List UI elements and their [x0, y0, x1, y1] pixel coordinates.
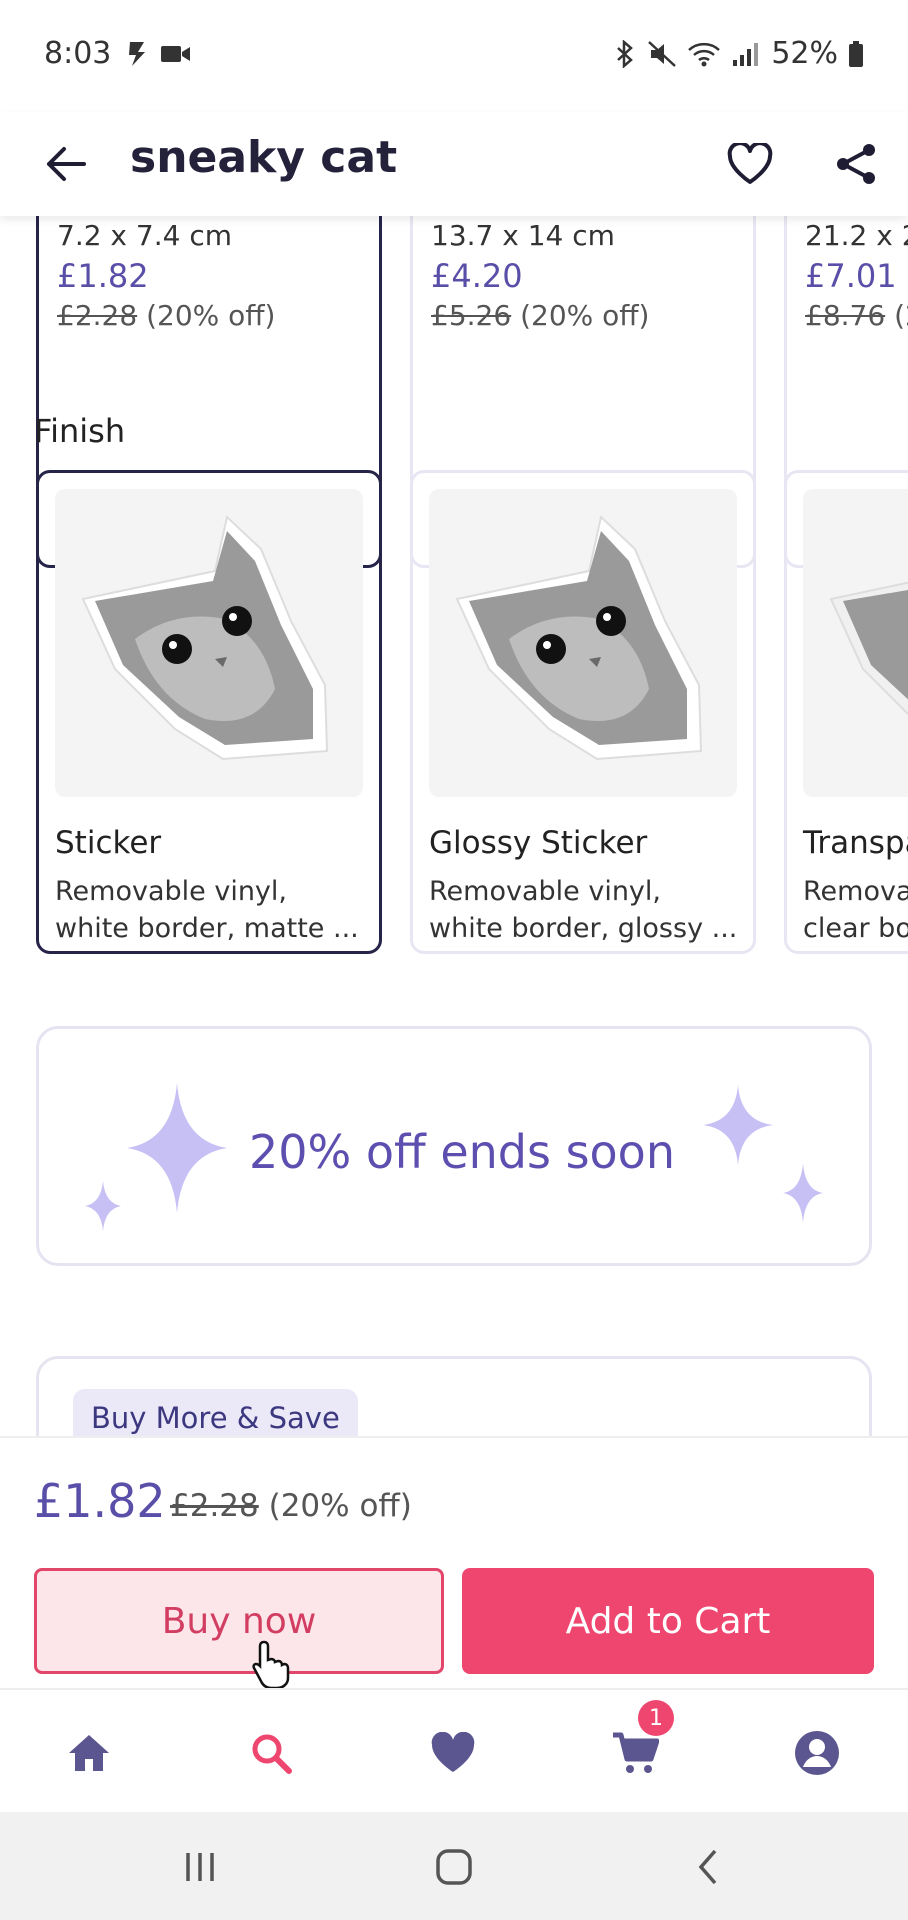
system-navigation-bar [0, 1812, 908, 1920]
account-icon [795, 1731, 839, 1775]
status-bar: 8:03 52% [0, 0, 908, 112]
nav-cart[interactable]: 1 [600, 1700, 674, 1788]
current-price: £1.82 [34, 1474, 166, 1528]
nav-home[interactable] [54, 1718, 124, 1788]
cat-sticker-image [829, 581, 908, 716]
share-icon [837, 144, 875, 184]
size-dimension: 7.2 x 7.4 cm [57, 219, 232, 252]
recent-apps-button[interactable] [170, 1842, 230, 1892]
share-button[interactable] [826, 134, 886, 194]
back-button[interactable] [36, 134, 96, 194]
finish-description-line: Remova [803, 876, 908, 907]
favorite-button[interactable] [720, 134, 780, 194]
promo-banner: 20% off ends soon [36, 1026, 872, 1266]
size-discount: (20% off) [520, 299, 650, 332]
arrow-left-icon [47, 147, 86, 181]
size-dimension: 21.2 x 2 [805, 219, 908, 252]
sparkle-icon [85, 1181, 121, 1231]
size-discount: (20% off) [146, 299, 276, 332]
promo-text: 20% off ends soon [249, 1125, 675, 1179]
size-price: £7.01 [805, 257, 897, 295]
finish-description: Remova clear bo [803, 873, 908, 947]
original-price: £2.28 (20% off) [170, 1488, 412, 1524]
size-old-price: £8.76 (2 [805, 299, 908, 332]
cart-icon [613, 1732, 659, 1773]
cart-count-badge: 1 [638, 1700, 674, 1736]
sparkle-icon [703, 1085, 773, 1165]
home-icon [69, 1735, 109, 1771]
search-icon [252, 1734, 292, 1774]
finish-description-line: white border, glossy ... [429, 913, 738, 944]
heart-icon [431, 1732, 475, 1772]
back-system-button[interactable] [678, 1842, 738, 1892]
size-old-price: £5.26 (20% off) [431, 299, 649, 332]
app-bar: sneaky cat [0, 112, 908, 216]
finish-option-card[interactable]: Glossy Sticker Removable vinyl, white bo… [410, 470, 756, 954]
battery-percent: 52% [771, 36, 838, 71]
finish-description-line: white border, matte ... [55, 913, 359, 944]
recent-apps-icon [186, 1853, 214, 1881]
purchase-panel: £1.82 £2.28 (20% off) Buy now Add to Car… [0, 1436, 908, 1688]
status-right: 52% [613, 36, 864, 71]
finish-name: Glossy Sticker [429, 825, 648, 861]
finish-description-line: Removable vinyl, [429, 876, 661, 907]
chevron-left-icon [698, 1849, 717, 1885]
size-strike-price: £2.28 [57, 299, 138, 332]
page-title: sneaky cat [130, 132, 398, 183]
nav-favorites[interactable] [418, 1718, 488, 1788]
wifi-icon [688, 42, 721, 66]
sparkle-icon [783, 1163, 823, 1223]
buy-more-section: Buy More & Save [36, 1356, 872, 1436]
finish-description-line: Removable vinyl, [55, 876, 287, 907]
add-to-cart-button[interactable]: Add to Cart [462, 1568, 874, 1674]
product-options-scroll[interactable]: 7.2 x 7.4 cm £1.82 £2.28 (20% off) 13.7 … [0, 216, 908, 1436]
size-old-price: £2.28 (20% off) [57, 299, 275, 332]
cat-sticker-image [455, 515, 703, 761]
bottom-navigation: 1 [0, 1688, 908, 1812]
video-camera-icon [161, 46, 190, 62]
status-left-icons [126, 40, 192, 68]
size-strike-price: £5.26 [431, 299, 512, 332]
bluetooth-icon [617, 39, 634, 68]
nav-account[interactable] [782, 1718, 852, 1788]
home-square-icon [436, 1849, 472, 1885]
finish-description-line: clear bo [803, 913, 908, 944]
product-image [55, 489, 363, 797]
battery-icon [849, 40, 863, 67]
finish-option-card[interactable]: Sticker Removable vinyl, white border, m… [36, 470, 382, 954]
finish-option-card[interactable]: Transpa Remova clear bo [784, 470, 908, 954]
discount-label: (20% off) [268, 1488, 412, 1524]
product-image [429, 489, 737, 797]
status-time: 8:03 [44, 36, 112, 71]
size-dimension: 13.7 x 14 cm [431, 219, 615, 252]
size-discount: (2 [894, 299, 908, 332]
size-price: £1.82 [57, 257, 149, 295]
finish-description: Removable vinyl, white border, glossy ..… [429, 873, 737, 947]
size-price: £4.20 [431, 257, 523, 295]
signal-icon [733, 42, 759, 66]
buy-more-chip: Buy More & Save [73, 1389, 358, 1436]
product-image [803, 489, 908, 797]
finish-name: Sticker [55, 825, 162, 861]
finish-name: Transpa [803, 825, 908, 861]
heart-outline-icon [727, 143, 773, 184]
pointer-cursor-icon [252, 1640, 290, 1688]
size-strike-price: £8.76 [805, 299, 886, 332]
finish-description: Removable vinyl, white border, matte ... [55, 873, 359, 947]
buy-now-button[interactable]: Buy now [34, 1568, 444, 1674]
cat-sticker-image [81, 515, 329, 761]
finish-label: Finish [34, 412, 126, 450]
mute-icon [648, 40, 677, 67]
sparkle-icon [127, 1083, 227, 1213]
nav-search[interactable] [236, 1718, 306, 1788]
strike-price: £2.28 [170, 1488, 259, 1524]
flash-notification-icon [129, 42, 145, 66]
home-system-button[interactable] [424, 1842, 484, 1892]
